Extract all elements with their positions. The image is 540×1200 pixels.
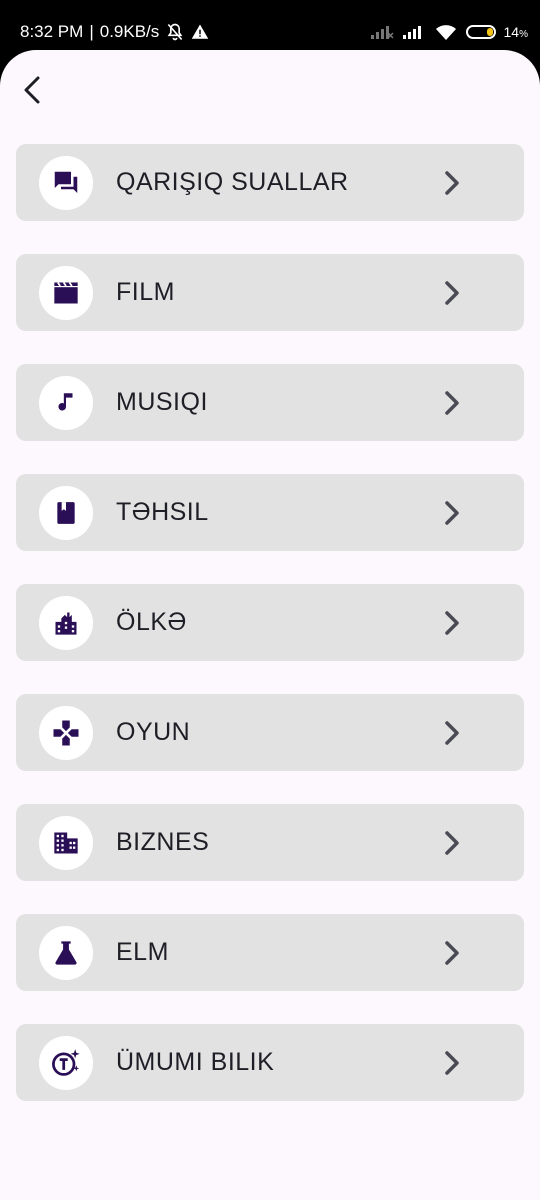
category-item-elm[interactable]: ELM xyxy=(16,914,524,991)
battery-percent: 14 xyxy=(503,24,520,40)
chevron-right-icon xyxy=(440,610,464,636)
music-note-icon xyxy=(39,375,93,430)
chevron-right-icon xyxy=(440,830,464,856)
wifi-icon xyxy=(434,23,458,41)
warning-icon xyxy=(191,23,209,41)
category-item-oyun[interactable]: OYUN xyxy=(16,694,524,771)
status-separator: | xyxy=(89,22,94,41)
city-icon xyxy=(39,595,93,650)
category-label: BIZNES xyxy=(116,828,210,856)
back-arrow-icon xyxy=(24,76,40,104)
signal-strength-icon xyxy=(402,24,426,40)
category-list: QARIŞIQ SUALLAR FILM MUSIQI TƏHSIL ÖLKƏ … xyxy=(16,144,524,1134)
battery-level: 14% xyxy=(504,24,528,40)
science-flask-icon xyxy=(39,925,93,980)
chevron-right-icon xyxy=(440,390,464,416)
muted-bell-icon xyxy=(165,22,185,42)
movie-clapper-icon xyxy=(39,265,93,320)
category-label: QARIŞIQ SUALLAR xyxy=(116,168,349,196)
chevron-right-icon xyxy=(440,940,464,966)
category-label: TƏHSIL xyxy=(116,498,209,526)
status-right: 14% xyxy=(370,20,528,44)
category-item-musiqi[interactable]: MUSIQI xyxy=(16,364,524,441)
general-knowledge-icon xyxy=(39,1035,93,1090)
chevron-right-icon xyxy=(440,280,464,306)
business-building-icon xyxy=(39,815,93,870)
status-time: 8:32 PM xyxy=(20,22,84,41)
chevron-right-icon xyxy=(440,1050,464,1076)
category-item-olke[interactable]: ÖLKƏ xyxy=(16,584,524,661)
category-item-umumi-bilik[interactable]: ÜMUMI BILIK xyxy=(16,1024,524,1101)
category-label: ÜMUMI BILIK xyxy=(116,1048,275,1076)
back-button[interactable] xyxy=(14,72,50,108)
category-item-film[interactable]: FILM xyxy=(16,254,524,331)
signal-no-sim-icon xyxy=(370,24,394,40)
chevron-right-icon xyxy=(440,720,464,746)
category-item-tehsil[interactable]: TƏHSIL xyxy=(16,474,524,551)
chevron-right-icon xyxy=(440,170,464,196)
status-left: 8:32 PM | 0.9KB/s xyxy=(20,21,209,43)
battery-unit: % xyxy=(519,29,528,40)
book-icon xyxy=(39,485,93,540)
category-item-biznes[interactable]: BIZNES xyxy=(16,804,524,881)
battery-icon xyxy=(465,25,496,39)
category-label: MUSIQI xyxy=(116,388,208,416)
category-label: FILM xyxy=(116,278,175,306)
category-label: ÖLKƏ xyxy=(116,608,187,636)
category-label: ELM xyxy=(116,938,169,966)
status-network-speed: 0.9KB/s xyxy=(99,22,160,41)
category-item-qarisiq-suallar[interactable]: QARIŞIQ SUALLAR xyxy=(16,144,524,221)
chevron-right-icon xyxy=(440,500,464,526)
forum-icon xyxy=(39,155,93,210)
gamepad-icon xyxy=(39,705,93,760)
category-label: OYUN xyxy=(116,718,191,746)
